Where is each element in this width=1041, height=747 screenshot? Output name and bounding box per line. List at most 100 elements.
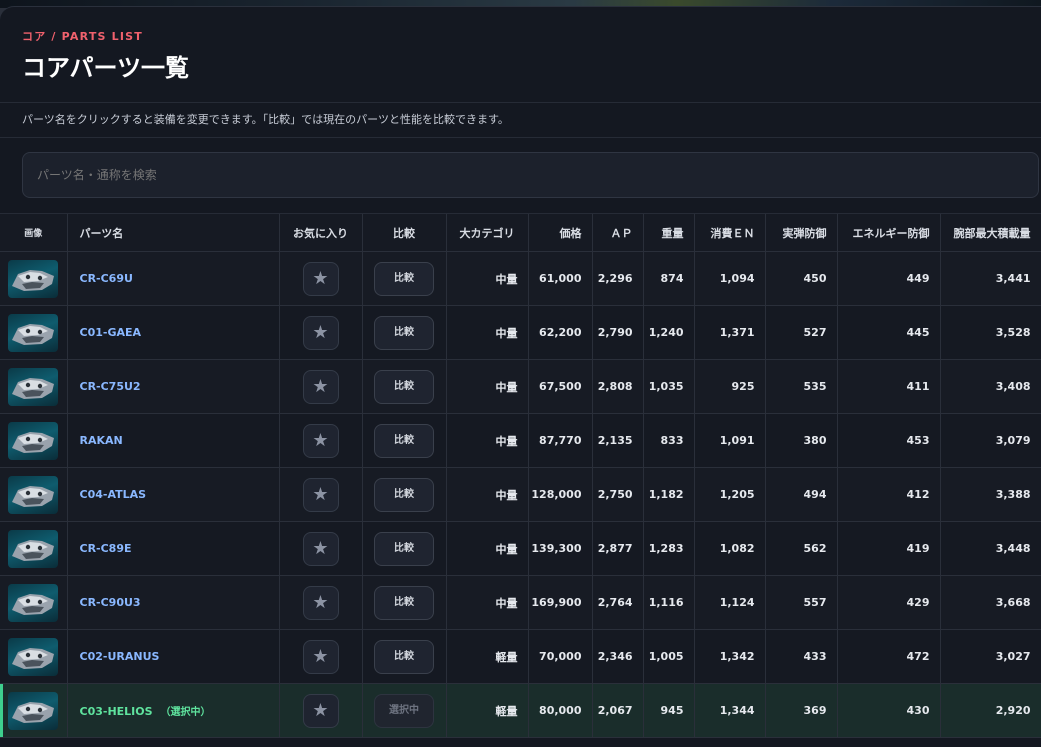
kinetic-defense-cell: 369: [765, 683, 838, 738]
column-header-category[interactable]: 大カテゴリ: [446, 214, 529, 252]
kinetic-defense-cell: 527: [765, 305, 838, 360]
column-header-weight[interactable]: 重量: [643, 214, 695, 252]
part-name-cell: C02-URANUS: [67, 629, 280, 684]
column-header-arm-load[interactable]: 腕部最大積載量: [940, 214, 1041, 252]
table-row[interactable]: CR-C90U3 ★ 比較 中量 169,900 2,764 1,116 1,124 557 42…: [0, 575, 1041, 630]
compare-cell: 比較: [362, 521, 447, 576]
star-icon[interactable]: ★: [302, 585, 339, 620]
part-name-cell: CR-C89E: [67, 521, 280, 576]
en-cell: 1,371: [694, 305, 766, 360]
star-icon[interactable]: ★: [302, 369, 339, 404]
column-header-name[interactable]: パーツ名: [67, 214, 280, 252]
part-name-link[interactable]: CR-C89E: [80, 542, 132, 555]
star-icon[interactable]: ★: [302, 531, 339, 566]
category-cell: 軽量: [446, 629, 529, 684]
compare-button[interactable]: 比較: [374, 477, 434, 512]
energy-defense-cell: 411: [837, 359, 941, 414]
compare-button[interactable]: 比較: [374, 531, 434, 566]
part-name-link[interactable]: CR-C69U: [80, 272, 133, 285]
kinetic-defense-cell: 450: [765, 251, 838, 306]
page-title: コアパーツ一覧: [22, 54, 190, 82]
part-name-link[interactable]: C03-HELIOS: [80, 705, 153, 718]
part-name-link[interactable]: CR-C90U3: [80, 596, 141, 609]
compare-button[interactable]: 比較: [374, 261, 434, 296]
arm-load-cell: 2,920: [940, 683, 1041, 738]
compare-cell: 比較: [362, 467, 447, 522]
search-input[interactable]: [22, 152, 1039, 198]
weight-cell: 1,240: [643, 305, 695, 360]
category-cell: 中量: [446, 521, 529, 576]
part-name-link[interactable]: C01-GAEA: [80, 326, 142, 339]
ap-cell: 2,764: [592, 575, 644, 630]
favorite-cell: ★: [279, 251, 363, 306]
compare-cell: 比較: [362, 629, 447, 684]
search-bar: [0, 138, 1041, 214]
weight-cell: 1,005: [643, 629, 695, 684]
part-name-link[interactable]: C04-ATLAS: [80, 488, 147, 501]
favorite-cell: ★: [279, 359, 363, 414]
star-icon[interactable]: ★: [302, 423, 339, 458]
weight-cell: 1,283: [643, 521, 695, 576]
panel-header: コア / PARTS LIST コアパーツ一覧: [0, 7, 1041, 103]
compare-button[interactable]: 比較: [374, 423, 434, 458]
compare-cell: 比較: [362, 305, 447, 360]
part-name-link[interactable]: C02-URANUS: [80, 650, 160, 663]
favorite-cell: ★: [279, 629, 363, 684]
column-header-en[interactable]: 消費ＥＮ: [694, 214, 766, 252]
table-row[interactable]: CR-C75U2 ★ 比較 中量 67,500 2,808 1,035 925 535 411 3,…: [0, 359, 1041, 414]
table-row[interactable]: RAKAN ★ 比較 中量 87,770 2,135 833 1,091 380 453 3,079: [0, 413, 1041, 468]
favorite-cell: ★: [279, 521, 363, 576]
parts-table: 画像 パーツ名 お気に入り 比較 大カテゴリ 価格 ＡＰ 重量 消費ＥＮ 実弾防…: [0, 214, 1041, 738]
favorite-cell: ★: [279, 467, 363, 522]
kinetic-defense-cell: 557: [765, 575, 838, 630]
part-thumbnail: [8, 691, 59, 730]
kinetic-defense-cell: 380: [765, 413, 838, 468]
column-header-price[interactable]: 価格: [528, 214, 593, 252]
table-row[interactable]: CR-C89E ★ 比較 中量 139,300 2,877 1,283 1,082 562 419…: [0, 521, 1041, 576]
compare-button[interactable]: 比較: [374, 315, 434, 350]
energy-defense-cell: 412: [837, 467, 941, 522]
price-cell: 139,300: [528, 521, 593, 576]
star-icon[interactable]: ★: [302, 477, 339, 512]
table-row[interactable]: CR-C69U ★ 比較 中量 61,000 2,296 874 1,094 450 449 3,4…: [0, 251, 1041, 306]
arm-load-cell: 3,448: [940, 521, 1041, 576]
arm-load-cell: 3,388: [940, 467, 1041, 522]
column-header-ap[interactable]: ＡＰ: [592, 214, 644, 252]
column-header-favorite[interactable]: お気に入り: [279, 214, 363, 252]
price-cell: 61,000: [528, 251, 593, 306]
part-name-cell: C04-ATLAS: [67, 467, 280, 522]
ap-cell: 2,750: [592, 467, 644, 522]
star-icon[interactable]: ★: [302, 693, 339, 728]
help-text: パーツ名をクリックすると装備を変更できます。「比較」では現在のパーツと性能を比較…: [0, 103, 1041, 138]
star-icon[interactable]: ★: [302, 315, 339, 350]
compare-cell: 比較: [362, 359, 447, 414]
energy-defense-cell: 430: [837, 683, 941, 738]
weight-cell: 945: [643, 683, 695, 738]
kinetic-defense-cell: 535: [765, 359, 838, 414]
star-icon[interactable]: ★: [302, 261, 339, 296]
part-name-link[interactable]: CR-C75U2: [80, 380, 141, 393]
part-thumbnail: [8, 259, 59, 298]
star-icon[interactable]: ★: [302, 639, 339, 674]
part-name-link[interactable]: RAKAN: [80, 434, 123, 447]
price-cell: 87,770: [528, 413, 593, 468]
column-header-kinetic-defense[interactable]: 実弾防御: [765, 214, 838, 252]
price-cell: 70,000: [528, 629, 593, 684]
en-cell: 1,091: [694, 413, 766, 468]
compare-button[interactable]: 比較: [374, 369, 434, 404]
arm-load-cell: 3,408: [940, 359, 1041, 414]
price-cell: 169,900: [528, 575, 593, 630]
table-row[interactable]: C02-URANUS ★ 比較 軽量 70,000 2,346 1,005 1,342 433 4…: [0, 629, 1041, 684]
column-header-energy-defense[interactable]: エネルギー防御: [837, 214, 941, 252]
table-row[interactable]: C01-GAEA ★ 比較 中量 62,200 2,790 1,240 1,371 527 445…: [0, 305, 1041, 360]
part-image-cell: [0, 305, 68, 360]
favorite-cell: ★: [279, 305, 363, 360]
compare-button[interactable]: 比較: [374, 639, 434, 674]
energy-defense-cell: 472: [837, 629, 941, 684]
table-row[interactable]: C03-HELIOS （選択中） ★ 選択中 軽量 80,000 2,067 945 1,344…: [0, 683, 1041, 738]
en-cell: 925: [694, 359, 766, 414]
weight-cell: 1,035: [643, 359, 695, 414]
compare-button[interactable]: 比較: [374, 585, 434, 620]
en-cell: 1,124: [694, 575, 766, 630]
table-row[interactable]: C04-ATLAS ★ 比較 中量 128,000 2,750 1,182 1,205 494 4…: [0, 467, 1041, 522]
